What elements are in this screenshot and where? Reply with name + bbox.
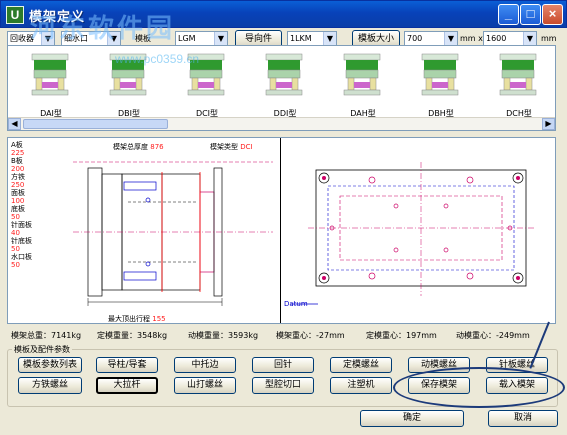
mold-thumbnail-icon <box>343 53 381 96</box>
plate-name: 方铁 <box>11 173 25 181</box>
moving-mold-weight: 动模重量：3593kg <box>188 331 259 340</box>
center-of-gravity: 模架重心：-27mm <box>276 331 345 340</box>
plate-value: 225 <box>11 149 25 157</box>
plate-name: 底板 <box>11 205 25 213</box>
mold-type-item[interactable]: DBH型 <box>406 52 476 122</box>
chevron-down-icon[interactable]: ▼ <box>323 32 336 46</box>
plate-name: 针底板 <box>11 237 32 245</box>
moving-mold-screw-button[interactable]: 动模螺丝 <box>408 357 470 373</box>
side-section-view <box>73 161 273 306</box>
plate-value: 40 <box>11 229 20 237</box>
tie-rod-button[interactable]: 大拉杆 <box>96 377 158 394</box>
width-value: 700 <box>407 34 423 43</box>
mold-thumbnail-icon <box>421 53 459 96</box>
cavity-cutout-button[interactable]: 型腔切口 <box>252 377 314 394</box>
chevron-down-icon[interactable]: ▼ <box>523 32 536 46</box>
group-title: 模板及配件参数 <box>12 344 72 355</box>
total-thickness-label: 模架总厚度 <box>113 143 148 151</box>
mold-thumbnail-icon <box>187 53 225 96</box>
ejector-combo-value: 回收器 <box>10 34 34 43</box>
mold-type-item[interactable]: DBI型 <box>94 52 164 122</box>
chevron-down-icon[interactable]: ▼ <box>41 32 54 46</box>
mold-type-item[interactable]: DAI型 <box>16 52 86 122</box>
gate-type-combo-value: 细水口 <box>64 34 88 43</box>
ok-button[interactable]: 确定 <box>360 410 464 427</box>
plate-thickness-list: A板 225 B板 200 方铁 250 面板 100 底板 50 针面板 40… <box>11 141 32 269</box>
datum-label: Datum <box>284 300 308 308</box>
moving-mold-cog: 动模重心：-249mm <box>456 331 530 340</box>
mold-type-value: DCI <box>240 143 253 151</box>
close-button[interactable]: × <box>542 4 563 25</box>
spacer-screw-button[interactable]: 方铁螺丝 <box>18 377 82 394</box>
max-opening-label: 最大顶出行程 <box>108 315 150 323</box>
total-weight: 模架总重：7141kg <box>11 331 82 340</box>
mold-type-label: 模架类型 <box>210 143 238 151</box>
maximize-button[interactable]: □ <box>520 4 541 25</box>
plate-name: B板 <box>11 157 23 165</box>
mold-type-item[interactable]: DCI型 <box>172 52 242 122</box>
plate-value: 50 <box>11 245 20 253</box>
scrollbar-thumb[interactable] <box>23 119 168 129</box>
shoulder-screw-button[interactable]: 山打螺丝 <box>174 377 236 394</box>
ejector-plate-screw-button[interactable]: 针板螺丝 <box>486 357 548 373</box>
max-opening: 最大顶出行程 155 <box>108 314 166 324</box>
plate-value: 250 <box>11 181 25 189</box>
mold-type: 模架类型 DCI <box>210 142 253 152</box>
cancel-button[interactable]: 取消 <box>488 410 558 427</box>
top-plan-view <box>290 162 534 305</box>
view-divider <box>280 138 281 323</box>
total-thickness: 模架总厚度 876 <box>113 142 164 152</box>
chevron-down-icon[interactable]: ▼ <box>107 32 120 46</box>
max-opening-value: 155 <box>152 315 166 323</box>
plate-name: 面板 <box>11 189 25 197</box>
app-icon: U <box>6 6 24 24</box>
return-pin-button[interactable]: 回针 <box>252 357 314 373</box>
fixed-mold-cog: 定模重心：197mm <box>366 331 437 340</box>
height-value: 1600 <box>486 34 507 43</box>
mold-combo-value: LGM <box>178 34 196 43</box>
chevron-down-icon[interactable]: ▼ <box>214 32 227 46</box>
mold-drawing-panel: A板 225 B板 200 方铁 250 面板 100 底板 50 针面板 40… <box>7 137 556 324</box>
plate-value: 100 <box>11 197 25 205</box>
mold-thumbnail-icon <box>499 53 537 96</box>
mold-thumbnail-icon <box>265 53 303 96</box>
plate-value: 50 <box>11 213 20 221</box>
fixed-mold-weight: 定模重量：3548kg <box>97 331 168 340</box>
plate-value: 200 <box>11 165 25 173</box>
mold-type-item[interactable]: DCH型 <box>484 52 554 122</box>
mold-type-item[interactable]: DAH型 <box>328 52 398 122</box>
minimize-button[interactable]: _ <box>498 4 519 25</box>
scroll-right-icon[interactable]: ▶ <box>542 118 555 130</box>
title-bar: U 模架定义 _ □ × <box>0 0 567 28</box>
scroll-left-icon[interactable]: ◀ <box>8 118 21 130</box>
mold-thumbnail-icon <box>109 53 147 96</box>
guide-pin-bushing-button[interactable]: 导柱/导套 <box>96 357 158 373</box>
plate-name: A板 <box>11 141 23 149</box>
plate-name: 针面板 <box>11 221 32 229</box>
load-mold-base-button[interactable]: 载入模架 <box>486 377 548 394</box>
save-mold-base-button[interactable]: 保存模架 <box>408 377 470 394</box>
support-pillar-button[interactable]: 中托边 <box>174 357 236 373</box>
plate-value: 50 <box>11 261 20 269</box>
plate-name: 水口板 <box>11 253 32 261</box>
plate-params-list-button[interactable]: 模板参数列表 <box>18 357 82 373</box>
gallery-scrollbar[interactable]: ◀ ▶ <box>8 117 555 130</box>
window-title: 模架定义 <box>29 10 86 25</box>
chevron-down-icon[interactable]: ▼ <box>444 32 457 46</box>
injection-machine-button[interactable]: 注塑机 <box>330 377 392 394</box>
fixed-mold-screw-button[interactable]: 定模螺丝 <box>330 357 392 373</box>
total-thickness-value: 876 <box>150 143 164 151</box>
mold-thumbnail-icon <box>31 53 69 96</box>
mold-type-gallery[interactable]: DAI型 DBI型 DCI型 DDI型 DAH型 DBH型 DCH型 ◀ ▶ <box>7 45 556 131</box>
plate-type-combo-value: 1LKM <box>290 34 312 43</box>
mold-type-item[interactable]: DDI型 <box>250 52 320 122</box>
